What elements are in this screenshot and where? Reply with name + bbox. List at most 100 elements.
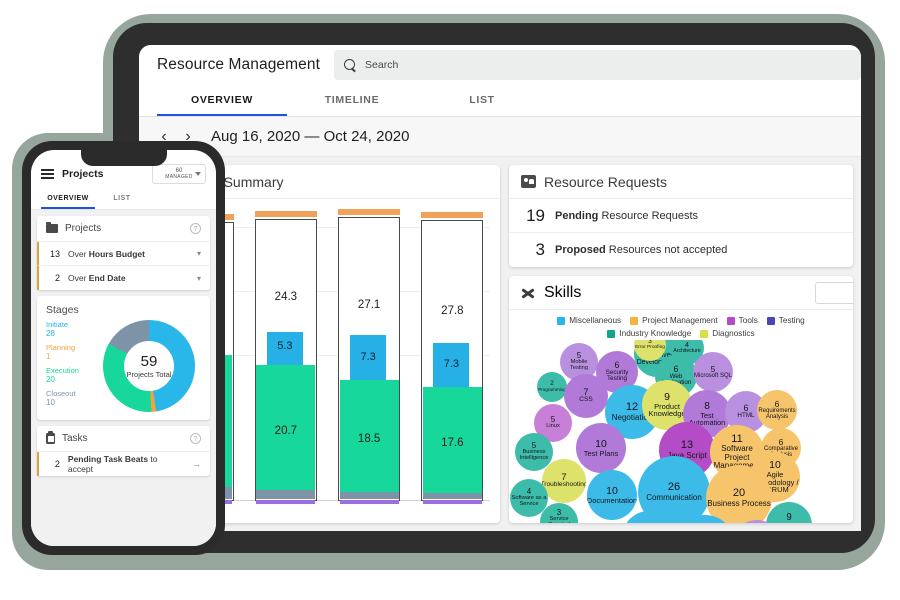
- stages-legend: Initiate 28 Planning 1 Execution 20 Closeout 10: [46, 320, 94, 412]
- skill-bubble-count: 26: [667, 481, 681, 494]
- skills-legend-item[interactable]: Diagnostics: [700, 329, 755, 338]
- stage-legend-name: Initiate: [46, 320, 69, 329]
- phone-projects-header: Projects ?: [37, 216, 210, 242]
- bar-available-value: 27.8: [441, 304, 464, 317]
- skill-bubble[interactable]: 2 Programming: [537, 372, 567, 402]
- bar-capacity-cap: [338, 209, 401, 216]
- screenshot-root: Resource Management Search OVERVIEW TIME…: [0, 0, 900, 600]
- phone-tab-list[interactable]: LIST: [95, 188, 149, 209]
- legend-label: Tools: [738, 316, 758, 325]
- skill-bubble[interactable]: 6 Requirements Analysis: [757, 390, 797, 430]
- stages-donut-chart: 59 Projects Total: [103, 320, 195, 412]
- proposed-resources-count: 3: [535, 240, 545, 259]
- pending-task-beats-count: 2: [54, 459, 60, 469]
- skills-search-input[interactable]: [815, 282, 853, 304]
- bar-requested-value: 7.3: [360, 350, 376, 363]
- skill-bubble-label: Linux: [546, 423, 560, 430]
- over-end-date-count: 2: [54, 273, 60, 283]
- skills-legend-item[interactable]: Miscellaneous: [557, 316, 621, 325]
- search-input[interactable]: Search: [334, 50, 861, 80]
- phone-projects-title: Projects: [65, 223, 102, 234]
- over-hours-budget-row[interactable]: 13 Over Hours Budget ▾: [37, 242, 210, 266]
- stage-legend-value: 28: [46, 329, 55, 338]
- skill-bubble[interactable]: 5 Microsoft SQL: [693, 352, 733, 392]
- bar-baseline-segment: [256, 500, 316, 504]
- bar-requested-segment: 7.3: [350, 335, 387, 380]
- stage-legend-item[interactable]: Execution 20: [46, 366, 94, 384]
- managed-filter-dropdown[interactable]: 60 MANAGED: [152, 164, 206, 184]
- resource-requests-card: Resource Requests 19 Pending Resource Re…: [509, 165, 853, 267]
- bar-requested-segment: 7.3: [433, 342, 470, 387]
- skill-bubble[interactable]: 10 Documentation: [587, 470, 637, 520]
- stage-legend-item[interactable]: Initiate 28: [46, 320, 94, 338]
- stage-legend-name: Closeout: [46, 389, 76, 398]
- skill-bubble-label: HTML: [737, 412, 755, 420]
- skills-legend-item[interactable]: Testing: [766, 316, 805, 325]
- bar-baseline-segment: [339, 500, 399, 504]
- stage-legend-item[interactable]: Planning 1: [46, 343, 94, 361]
- skills-legend-item[interactable]: Tools: [726, 316, 758, 325]
- resource-requests-header: Resource Requests: [509, 165, 853, 199]
- bar-column[interactable]: 24.3 20.7 5.3: [254, 205, 317, 504]
- search-placeholder: Search: [365, 59, 399, 71]
- skill-bubble[interactable]: 20 Business Process: [706, 465, 772, 523]
- app-header: Resource Management Search: [139, 45, 861, 85]
- bar-column[interactable]: 27.8 17.6 7.3: [421, 205, 484, 504]
- skill-bubble-count: 6: [774, 398, 780, 409]
- legend-swatch: [630, 316, 639, 325]
- skills-legend-item[interactable]: Industry Knowledge: [607, 329, 691, 338]
- skill-bubble[interactable]: 10 Test Plans: [576, 423, 626, 473]
- over-end-date-label-bold: End Date: [88, 273, 126, 283]
- skill-bubble[interactable]: 9Program Management: [766, 502, 812, 523]
- over-end-date-label: Over End Date: [68, 273, 126, 283]
- dashboard-body: Allocation Summary 22.321.74.924.320.75.…: [139, 157, 861, 531]
- phone-tab-overview[interactable]: OVERVIEW: [41, 188, 95, 209]
- legend-label: Miscellaneous: [569, 316, 622, 325]
- tab-timeline[interactable]: TIMELINE: [287, 85, 417, 116]
- proposed-resources-label-bold: Proposed: [555, 244, 606, 256]
- bar-capacity-cap: [421, 212, 484, 219]
- stages-title: Stages: [46, 304, 79, 316]
- stage-legend-item[interactable]: Closeout 10: [46, 389, 94, 407]
- hamburger-icon[interactable]: [41, 169, 54, 179]
- phone-stages-card: Stages Initiate 28 Planning 1 Execution 20 Clo…: [37, 296, 210, 420]
- skill-bubble-label: Business Process: [707, 498, 771, 508]
- phone-projects-card: Projects ? 13 Over Hours Budget ▾ 2 Over…: [37, 216, 210, 290]
- over-end-date-row[interactable]: 2 Over End Date ▾: [37, 266, 210, 290]
- search-icon: [344, 58, 357, 72]
- bar-allocated-segment: 20.7: [256, 364, 316, 490]
- pending-requests-label-bold: Pending: [555, 209, 599, 222]
- main-tabs: OVERVIEW TIMELINE LIST: [139, 85, 861, 117]
- skill-bubble-count: 10: [606, 484, 618, 497]
- chevron-down-icon[interactable]: ▾: [197, 249, 201, 258]
- arrow-right-icon[interactable]: →: [192, 459, 201, 469]
- skills-legend-item[interactable]: Project Management: [630, 316, 718, 325]
- legend-swatch: [700, 329, 709, 338]
- help-icon[interactable]: ?: [190, 433, 201, 444]
- help-icon[interactable]: ?: [190, 223, 201, 234]
- skill-bubble[interactable]: 7 CSS: [564, 374, 608, 418]
- right-column: Resource Requests 19 Pending Resource Re…: [509, 165, 853, 523]
- proposed-resources-row[interactable]: 3 Proposed Resources not accepted: [509, 233, 853, 267]
- bar-capacity-cap: [254, 211, 317, 218]
- pending-task-beats-row[interactable]: 2 Pending Task Beats to accept →: [37, 452, 210, 476]
- pending-requests-label-rest: Resource Requests: [598, 209, 699, 222]
- bar-overbooked-segment: [339, 491, 399, 500]
- chevron-down-icon[interactable]: ▾: [197, 274, 201, 283]
- skill-bubble-count: 5: [710, 363, 716, 374]
- chevron-down-icon: [195, 172, 201, 179]
- skill-bubble-label: Error Proofing: [635, 344, 665, 350]
- pending-requests-row[interactable]: 19 Pending Resource Requests: [509, 199, 853, 233]
- bar-requested-value: 7.3: [443, 358, 460, 371]
- bar-column[interactable]: 27.1 18.5 7.3: [338, 205, 401, 504]
- legend-swatch: [766, 316, 775, 325]
- bar-requested-value: 5.3: [277, 340, 293, 353]
- tab-overview[interactable]: OVERVIEW: [157, 85, 287, 116]
- stage-legend-value: 10: [46, 398, 55, 407]
- skill-bubble[interactable]: 7 Troubleshooting: [542, 459, 586, 503]
- tab-list[interactable]: LIST: [417, 85, 547, 116]
- page-title: Resource Management: [157, 56, 321, 73]
- pending-task-beats-label-bold: Pending Task Beats: [67, 454, 149, 464]
- tablet-screen: Resource Management Search OVERVIEW TIME…: [139, 45, 861, 531]
- skill-bubble-count: 10: [595, 437, 607, 450]
